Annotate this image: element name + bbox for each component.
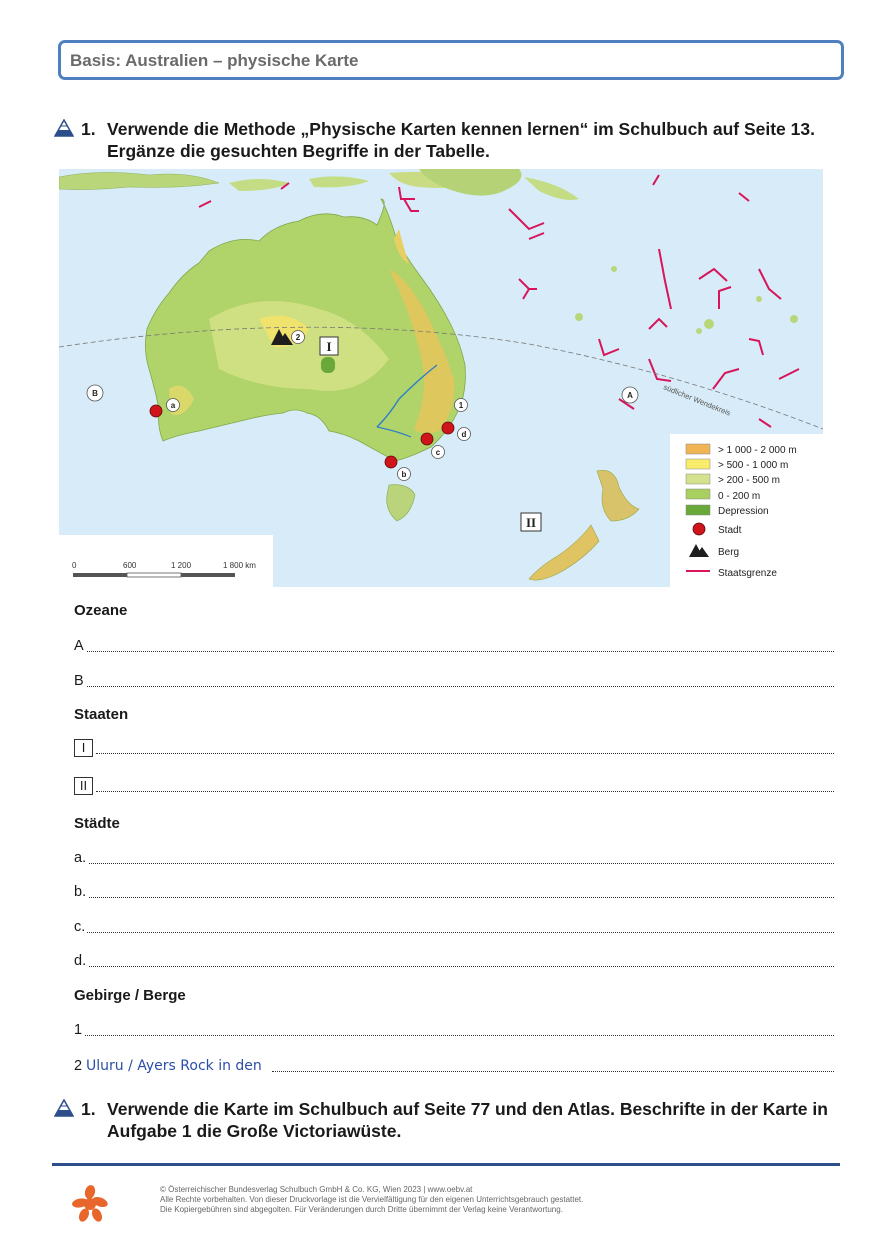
state-label-II: II bbox=[526, 515, 536, 530]
task-instruction: Verwende die Methode „Physische Karten k… bbox=[107, 119, 815, 161]
section-heading-states: Staaten bbox=[74, 706, 129, 723]
mountain-label-1: 1 bbox=[459, 401, 464, 410]
city-marker-b bbox=[384, 455, 398, 469]
ocean-label-A: A bbox=[627, 391, 633, 400]
pyramid-level-icon bbox=[54, 119, 74, 137]
legend-label: Staatsgrenze bbox=[718, 568, 777, 579]
city-label-b: b bbox=[402, 470, 407, 479]
answer-line-city-d[interactable]: d. bbox=[74, 951, 834, 971]
city-marker-d bbox=[441, 421, 455, 435]
legend-label: > 200 - 500 m bbox=[718, 475, 780, 486]
section-heading-oceans: Ozeane bbox=[74, 602, 128, 619]
section-heading-mountains: Gebirge / Berge bbox=[74, 987, 186, 1004]
legend-label: Stadt bbox=[718, 525, 742, 536]
legend-label: 0 - 200 m bbox=[718, 491, 760, 502]
australia-physical-map: südlicher Wendekreis B A a b c d 1 2 I I… bbox=[59, 169, 823, 587]
ocean-label-B: B bbox=[92, 389, 98, 398]
svg-text:1 200: 1 200 bbox=[171, 561, 192, 570]
answer-line-state-I[interactable]: I bbox=[74, 738, 834, 758]
svg-text:0: 0 bbox=[72, 561, 77, 570]
task-number: 1. bbox=[81, 1099, 96, 1119]
answer-line-ocean-B[interactable]: B bbox=[74, 671, 834, 691]
mountain-label-2: 2 bbox=[296, 333, 301, 342]
depression-area bbox=[321, 357, 335, 373]
answer-line-mountain-1[interactable]: 1 bbox=[74, 1020, 834, 1040]
worksheet-title-box: Basis: Australien – physische Karte bbox=[58, 40, 844, 80]
legend-label: Berg bbox=[718, 547, 739, 558]
task-2: 1. Verwende die Karte im Schulbuch auf S… bbox=[54, 1098, 854, 1142]
pyramid-level-icon bbox=[54, 1099, 74, 1117]
city-label-d: d bbox=[462, 430, 467, 439]
answer-line-ocean-A[interactable]: A bbox=[74, 636, 834, 656]
task-1: 1. Verwende die Methode „Physische Karte… bbox=[54, 118, 854, 162]
svg-text:600: 600 bbox=[123, 561, 137, 570]
answer-line-city-c[interactable]: c. bbox=[74, 917, 834, 937]
city-marker-a bbox=[149, 404, 163, 418]
city-label-a: a bbox=[171, 401, 176, 410]
city-icon bbox=[692, 522, 706, 536]
city-label-c: c bbox=[436, 448, 441, 457]
state-label-I: I bbox=[326, 339, 331, 354]
handwritten-answer: Uluru / Ayers Rock in den bbox=[86, 1058, 268, 1074]
section-heading-cities: Städte bbox=[74, 815, 120, 832]
task-instruction: Verwende die Karte im Schulbuch auf Seit… bbox=[107, 1099, 828, 1141]
publisher-logo-icon bbox=[72, 1185, 108, 1222]
answer-line-mountain-2[interactable]: 2 Uluru / Ayers Rock in den bbox=[74, 1056, 834, 1076]
city-marker-c bbox=[420, 432, 434, 446]
task-number: 1. bbox=[81, 119, 96, 139]
answer-line-city-a[interactable]: a. bbox=[74, 848, 834, 868]
legend-label: > 1 000 - 2 000 m bbox=[718, 445, 797, 456]
answer-line-city-b[interactable]: b. bbox=[74, 882, 834, 902]
footer-divider bbox=[52, 1163, 840, 1166]
worksheet-title: Basis: Australien – physische Karte bbox=[70, 51, 359, 70]
answer-line-state-II[interactable]: II bbox=[74, 776, 834, 796]
svg-text:1 800 km: 1 800 km bbox=[223, 561, 256, 570]
legend-label: Depression bbox=[718, 506, 769, 517]
copyright-notice: © Österreichischer Bundesverlag Schulbuc… bbox=[160, 1185, 584, 1214]
legend-label: > 500 - 1 000 m bbox=[718, 460, 788, 471]
